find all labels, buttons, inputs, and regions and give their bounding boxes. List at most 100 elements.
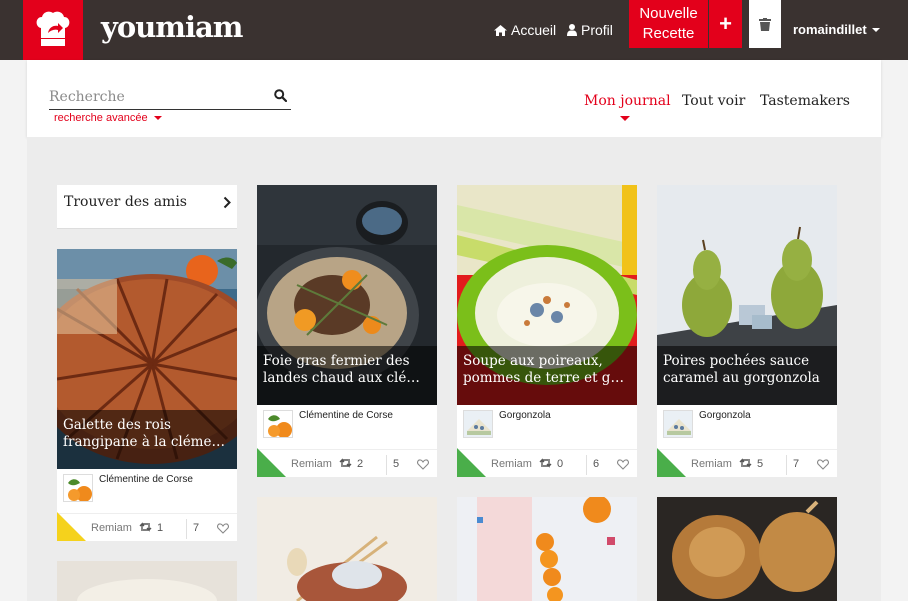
heart-icon[interactable] xyxy=(617,459,629,470)
ingredient-name[interactable]: Gorgonzola xyxy=(499,410,551,421)
search-icon[interactable] xyxy=(274,89,287,102)
card-actions: Remiam 1 7 xyxy=(57,512,237,541)
recipe-title-line2: frangipane à la clément... xyxy=(63,434,231,450)
user-menu-dropdown[interactable]: romaindillet xyxy=(793,22,880,37)
sub-header: recherche avancée Mon journal Tout voir … xyxy=(27,60,881,137)
repost-count: 2 xyxy=(357,458,364,470)
ingredient-row[interactable]: Clémentine de Corse xyxy=(57,469,237,502)
top-navbar: youmiam Accueil Profil Nouvelle Recette … xyxy=(0,0,908,60)
like-count: 7 xyxy=(193,522,200,534)
active-tab-indicator-icon xyxy=(620,116,630,121)
recipe-photo-partial xyxy=(257,497,437,601)
remiam-button[interactable]: Remiam xyxy=(291,458,332,470)
ingredient-thumbnail xyxy=(263,410,293,438)
recipe-card-partial[interactable] xyxy=(657,497,837,601)
badge-corner-green xyxy=(257,448,286,477)
ingredient-thumbnail xyxy=(663,410,693,438)
like-count: 7 xyxy=(793,458,800,470)
ingredient-name[interactable]: Clémentine de Corse xyxy=(99,474,193,485)
recipe-title-line1: Galette des rois xyxy=(63,417,171,433)
heart-icon[interactable] xyxy=(217,523,229,534)
recipe-title-line1: Soupe aux poireaux, xyxy=(463,353,603,369)
user-icon xyxy=(567,24,577,36)
tab-tout-voir[interactable]: Tout voir xyxy=(682,93,745,109)
recipe-card-partial[interactable] xyxy=(57,561,237,601)
nav-profile-label: Profil xyxy=(581,22,613,38)
badge-corner-yellow xyxy=(57,512,86,541)
chevron-right-icon xyxy=(223,196,231,209)
ingredient-row[interactable]: Clémentine de Corse xyxy=(257,405,437,438)
search-input[interactable] xyxy=(49,86,259,108)
home-icon xyxy=(494,24,507,36)
find-friends-button[interactable]: Trouver des amis xyxy=(57,185,237,229)
card-actions: Remiam 2 5 xyxy=(257,448,437,477)
repost-icon[interactable] xyxy=(139,522,152,532)
recipe-photo-partial xyxy=(57,561,237,601)
ingredient-row[interactable]: Gorgonzola xyxy=(457,405,637,438)
advanced-search-label: recherche avancée xyxy=(54,112,148,124)
ingredient-row[interactable]: Gorgonzola xyxy=(657,405,837,438)
trash-icon xyxy=(759,17,771,31)
badge-corner-green xyxy=(657,448,686,477)
recipe-card-partial[interactable] xyxy=(257,497,437,601)
ingredient-name[interactable]: Clémentine de Corse xyxy=(299,410,393,421)
recipe-title[interactable]: Foie gras fermier des landes chaud aux c… xyxy=(257,346,437,405)
recipe-card: Foie gras fermier des landes chaud aux c… xyxy=(257,185,437,477)
like-count: 5 xyxy=(393,458,400,470)
recipe-photo[interactable]: Soupe aux poireaux, pommes de terre et g… xyxy=(457,185,637,405)
recipe-photo[interactable]: Galette des rois frangipane à la clément… xyxy=(57,249,237,469)
remiam-button[interactable]: Remiam xyxy=(491,458,532,470)
badge-corner-green xyxy=(457,448,486,477)
recipe-title-line2: caramel au gorgonzola xyxy=(663,370,820,386)
repost-icon[interactable] xyxy=(739,458,752,468)
card-actions: Remiam 0 6 xyxy=(457,448,637,477)
recipe-title-line2: landes chaud aux cléme... xyxy=(263,370,431,386)
repost-icon[interactable] xyxy=(339,458,352,468)
divider xyxy=(786,455,787,475)
new-recipe-line2: Recette xyxy=(642,25,695,42)
recipe-card-partial[interactable] xyxy=(457,495,637,601)
recipe-title[interactable]: Galette des rois frangipane à la clément… xyxy=(57,410,237,469)
logo[interactable] xyxy=(23,0,83,60)
ingredient-name[interactable]: Gorgonzola xyxy=(699,410,751,421)
new-recipe-button[interactable]: Nouvelle Recette xyxy=(629,0,708,48)
recipe-title[interactable]: Poires pochées sauce caramel au gorgonzo… xyxy=(657,346,837,405)
recipe-card: Galette des rois frangipane à la clément… xyxy=(57,249,237,541)
recipe-photo[interactable]: Poires pochées sauce caramel au gorgonzo… xyxy=(657,185,837,405)
nav-home[interactable]: Accueil xyxy=(494,22,556,38)
brand-name[interactable]: youmiam xyxy=(101,10,243,44)
remiam-button[interactable]: Remiam xyxy=(91,522,132,534)
ingredient-thumbnail xyxy=(63,474,93,502)
repost-icon[interactable] xyxy=(539,458,552,468)
tab-mon-journal[interactable]: Mon journal xyxy=(584,93,671,109)
add-recipe-plus-button[interactable]: + xyxy=(709,0,742,48)
trash-button[interactable] xyxy=(749,0,781,48)
nav-home-label: Accueil xyxy=(511,22,557,38)
recipe-title-line1: Poires pochées sauce xyxy=(663,353,810,369)
chevron-down-icon xyxy=(153,116,162,120)
remiam-button[interactable]: Remiam xyxy=(691,458,732,470)
recipe-card: Poires pochées sauce caramel au gorgonzo… xyxy=(657,185,837,477)
chevron-down-icon xyxy=(871,27,880,32)
recipe-card: Soupe aux poireaux, pommes de terre et g… xyxy=(457,185,637,477)
tab-tastemakers[interactable]: Tastemakers xyxy=(760,93,850,109)
divider xyxy=(586,455,587,475)
search-bar xyxy=(49,86,291,110)
repost-count: 5 xyxy=(757,458,764,470)
recipe-photo-partial xyxy=(457,495,637,601)
repost-count: 1 xyxy=(157,522,164,534)
advanced-search-toggle[interactable]: recherche avancée xyxy=(54,112,162,124)
recipe-title-line1: Foie gras fermier des xyxy=(263,353,410,369)
recipe-title[interactable]: Soupe aux poireaux, pommes de terre et g… xyxy=(457,346,637,405)
heart-icon[interactable] xyxy=(817,459,829,470)
nav-profile[interactable]: Profil xyxy=(567,22,613,38)
ingredient-thumbnail xyxy=(463,410,493,438)
chef-hat-icon xyxy=(36,11,70,46)
repost-count: 0 xyxy=(557,458,564,470)
recipe-photo[interactable]: Foie gras fermier des landes chaud aux c… xyxy=(257,185,437,405)
card-actions: Remiam 5 7 xyxy=(657,448,837,477)
recipe-title-line2: pommes de terre et gorg... xyxy=(463,370,631,386)
like-count: 6 xyxy=(593,458,600,470)
heart-icon[interactable] xyxy=(417,459,429,470)
divider xyxy=(186,519,187,539)
